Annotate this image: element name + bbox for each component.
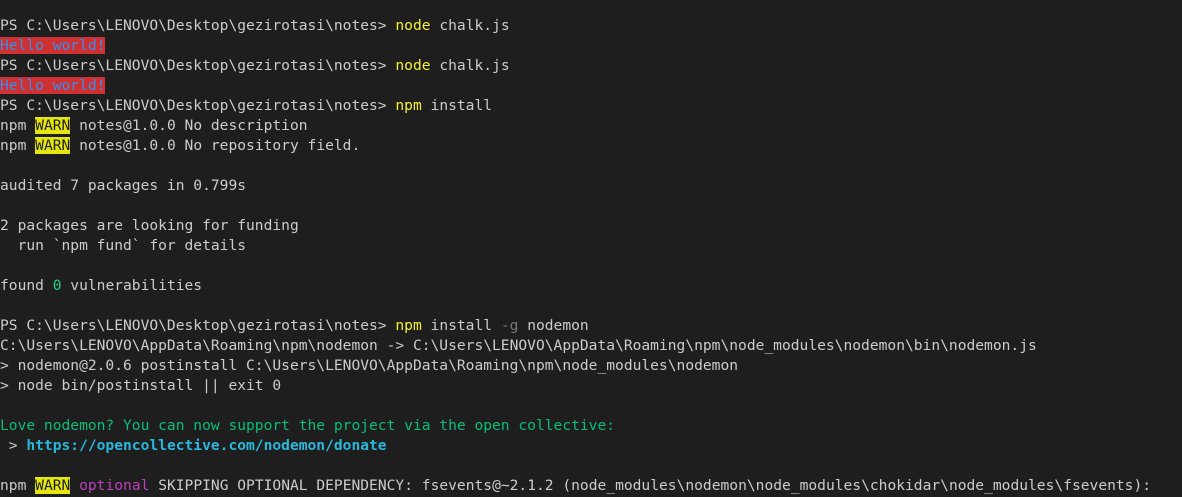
warn-badge: WARN [35, 137, 71, 154]
terminal-output[interactable]: PS C:\Users\LENOVO\Desktop\gezirotasi\no… [0, 16, 1182, 496]
terminal-text: SKIPPING OPTIONAL DEPENDENCY: fsevents@~… [149, 477, 1152, 494]
terminal-line: PS C:\Users\LENOVO\Desktop\gezirotasi\no… [0, 96, 1182, 116]
terminal-text: audited 7 packages in 0.799s [0, 177, 247, 194]
terminal-line: npm WARN notes@1.0.0 No description [0, 116, 1182, 136]
terminal-text: Hello world! [0, 77, 106, 94]
command-name: node [395, 57, 431, 74]
terminal-text: PS C:\Users\LENOVO\Desktop\gezirotasi\no… [0, 57, 396, 74]
terminal-text: npm [0, 137, 36, 154]
warn-badge: WARN [35, 117, 71, 134]
warn-badge: WARN [35, 477, 71, 494]
terminal-text: PS C:\Users\LENOVO\Desktop\gezirotasi\no… [0, 97, 396, 114]
terminal-text: found [0, 277, 53, 294]
terminal-text: 0 [52, 277, 62, 294]
command-name: node [395, 17, 431, 34]
terminal-line: run `npm fund` for details [0, 236, 1182, 256]
terminal-text: npm [0, 117, 36, 134]
command-name: npm [395, 317, 422, 334]
donate-link[interactable]: https://opencollective.com/nodemon/donat… [26, 437, 386, 454]
terminal-line: npm WARN optional SKIPPING OPTIONAL DEPE… [0, 476, 1182, 496]
terminal-line: Hello world! [0, 76, 1182, 96]
terminal-text: optional [79, 477, 150, 494]
terminal-text: nodemon [518, 317, 589, 334]
terminal-text: run `npm fund` for details [0, 237, 247, 254]
terminal-text: Love nodemon? You can now support the pr… [0, 417, 616, 434]
terminal-text: > node bin/postinstall || exit 0 [0, 377, 282, 394]
terminal-text: notes@1.0.0 No repository field. [70, 137, 361, 154]
terminal-line: found 0 vulnerabilities [0, 276, 1182, 296]
terminal-line: > nodemon@2.0.6 postinstall C:\Users\LEN… [0, 356, 1182, 376]
terminal-line: > https://opencollective.com/nodemon/don… [0, 436, 1182, 456]
terminal-line: 2 packages are looking for funding [0, 216, 1182, 236]
command-name: npm [395, 97, 422, 114]
terminal-text: notes@1.0.0 No description [70, 117, 308, 134]
terminal-line: PS C:\Users\LENOVO\Desktop\gezirotasi\no… [0, 316, 1182, 336]
terminal-text: > [0, 437, 27, 454]
terminal-text: npm [0, 477, 36, 494]
terminal-line: Love nodemon? You can now support the pr… [0, 416, 1182, 436]
terminal-text: C:\Users\LENOVO\AppData\Roaming\npm\node… [0, 337, 1037, 354]
terminal-text: Hello world! [0, 37, 106, 54]
terminal-line: PS C:\Users\LENOVO\Desktop\gezirotasi\no… [0, 16, 1182, 36]
terminal-text: PS C:\Users\LENOVO\Desktop\gezirotasi\no… [0, 317, 396, 334]
terminal-text: PS C:\Users\LENOVO\Desktop\gezirotasi\no… [0, 17, 396, 34]
terminal-line: C:\Users\LENOVO\AppData\Roaming\npm\node… [0, 336, 1182, 356]
terminal-text: install [421, 97, 493, 114]
terminal-line: audited 7 packages in 0.799s [0, 176, 1182, 196]
terminal-line: PS C:\Users\LENOVO\Desktop\gezirotasi\no… [0, 56, 1182, 76]
terminal-line: Hello world! [0, 36, 1182, 56]
terminal-line: npm WARN notes@1.0.0 No repository field… [0, 136, 1182, 156]
terminal-text: > nodemon@2.0.6 postinstall C:\Users\LEN… [0, 357, 739, 374]
terminal-text: -g [500, 317, 519, 334]
terminal-text: install [421, 317, 501, 334]
terminal-line: > node bin/postinstall || exit 0 [0, 376, 1182, 396]
terminal-text: chalk.js [430, 17, 510, 34]
terminal-text: chalk.js [430, 57, 510, 74]
terminal-text: 2 packages are looking for funding [0, 217, 299, 234]
terminal-text: vulnerabilities [61, 277, 203, 294]
